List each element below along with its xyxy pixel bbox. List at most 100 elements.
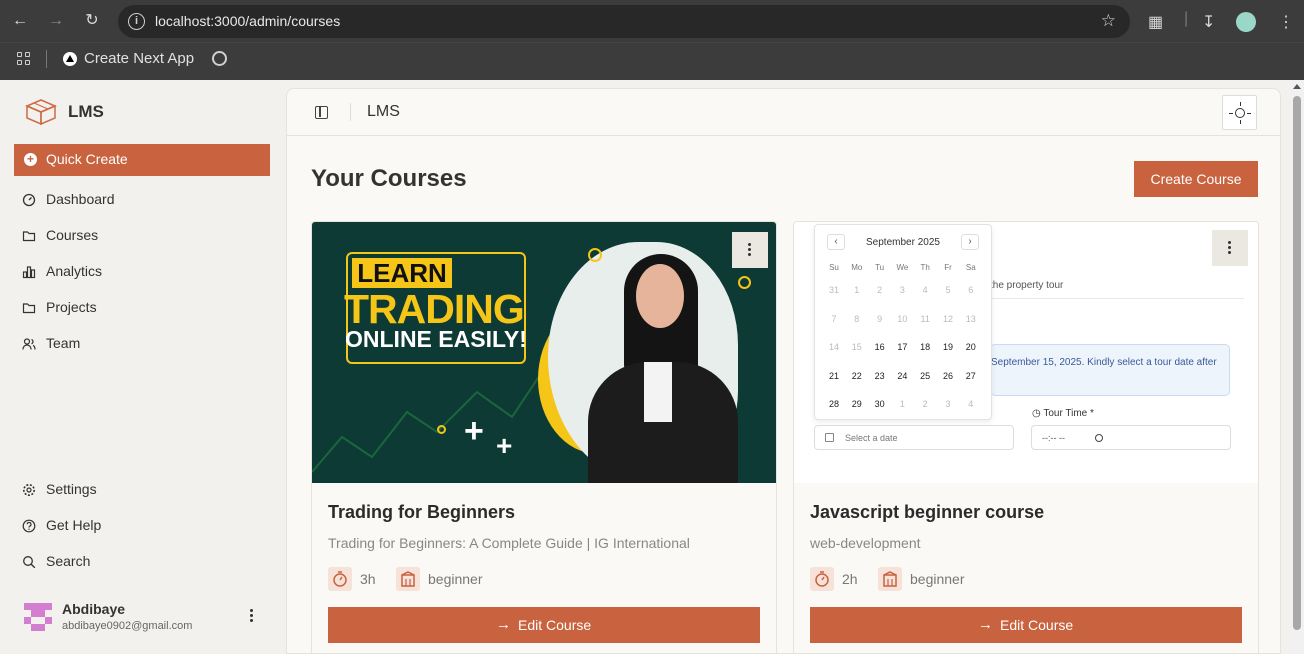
- arrow-right-icon: →: [978, 616, 993, 633]
- page-scrollbar[interactable]: [1290, 80, 1304, 654]
- course-thumbnail[interactable]: LEARN TRADING ONLINE EASILY! + +: [312, 222, 776, 483]
- chevron-right-icon: ›: [961, 234, 979, 250]
- page-title: Your Courses: [311, 165, 467, 192]
- course-thumbnail[interactable]: the property tour September 15, 2025. Ki…: [794, 222, 1258, 483]
- sidebar-item-label: Search: [46, 553, 91, 569]
- calendar-weekdays: Su Mo Tu We Th Fr Sa: [815, 263, 991, 275]
- calendar-week: 14 15 16 17 18 19 20: [815, 342, 991, 356]
- course-description: web-development: [810, 535, 921, 551]
- sidebar-toggle-icon[interactable]: [315, 106, 328, 119]
- menu-icon[interactable]: ⋮: [1278, 12, 1294, 32]
- edit-course-button[interactable]: → Edit Course: [810, 607, 1242, 643]
- create-course-button[interactable]: Create Course: [1134, 161, 1258, 197]
- scrollbar-thumb[interactable]: [1293, 96, 1301, 630]
- person-face: [636, 264, 684, 328]
- download-icon[interactable]: ↧: [1202, 12, 1215, 32]
- apps-grid-icon[interactable]: [17, 52, 31, 66]
- globe-icon[interactable]: [212, 51, 227, 66]
- bookmark-star-icon[interactable]: ☆: [1101, 11, 1116, 31]
- calendar-day: 15: [851, 342, 862, 352]
- user-avatar[interactable]: [24, 603, 52, 631]
- bookmark-create-next-app[interactable]: Create Next App: [84, 50, 194, 67]
- person-shirt: [644, 362, 672, 422]
- calendar-day: 3: [945, 399, 951, 409]
- reload-icon[interactable]: ↻: [82, 11, 102, 31]
- extensions-icon[interactable]: ▦: [1148, 12, 1163, 32]
- calendar-weekday: Tu: [875, 263, 885, 272]
- url-text[interactable]: localhost:3000/admin/courses: [155, 13, 340, 29]
- course-card: LEARN TRADING ONLINE EASILY! + + Trading…: [311, 221, 777, 653]
- calendar-day: 27: [965, 370, 976, 381]
- timer-icon: [328, 567, 352, 591]
- calendar-day: 4: [968, 399, 974, 409]
- browser-toolbar: ← → ↻ i localhost:3000/admin/courses ☆ ▦…: [0, 0, 1304, 42]
- sidebar-item-label: Team: [46, 335, 81, 351]
- quick-create-button[interactable]: + Quick Create: [14, 144, 270, 176]
- calendar-day: 8: [854, 313, 860, 324]
- headline-learn: LEARN: [352, 258, 452, 288]
- calendar-day: 24: [897, 370, 908, 381]
- course-description: Trading for Beginners: A Complete Guide …: [328, 535, 690, 551]
- search-icon: [23, 556, 36, 569]
- course-title: Trading for Beginners: [328, 502, 516, 522]
- back-icon[interactable]: ←: [10, 11, 30, 31]
- calendar-day: 2: [922, 399, 928, 409]
- calendar-day: 10: [897, 313, 908, 324]
- bar-chart-icon: [22, 266, 36, 279]
- calendar-day: 16: [874, 342, 885, 352]
- calendar-day: 18: [920, 342, 931, 352]
- sidebar-item-label: Courses: [46, 227, 99, 243]
- forward-icon[interactable]: →: [46, 11, 66, 31]
- user-name: Abdibaye: [62, 601, 126, 617]
- logo-box-icon: [25, 99, 57, 126]
- plus-decoration: +: [496, 430, 513, 461]
- calendar-day: 30: [874, 399, 885, 409]
- theme-toggle-button[interactable]: [1222, 95, 1257, 130]
- sidebar-item-label: Analytics: [46, 263, 103, 279]
- timer-icon: [810, 567, 834, 591]
- edit-course-label: Edit Course: [518, 617, 592, 633]
- thumb-time-input: --:-- --: [1031, 425, 1231, 450]
- tour-time-label: Tour Time *: [1043, 408, 1094, 419]
- profile-avatar[interactable]: [1236, 12, 1256, 32]
- site-info-icon[interactable]: i: [128, 13, 145, 30]
- calendar-icon: [825, 433, 834, 442]
- calendar-day: 12: [942, 313, 953, 324]
- thumb-tour-text: the property tour: [990, 280, 1064, 291]
- calendar-week: 7 8 9 10 11 12 13: [815, 314, 991, 328]
- calendar-weekday: We: [896, 263, 909, 272]
- topbar-divider: [350, 103, 351, 121]
- course-menu-button[interactable]: [732, 232, 768, 268]
- calendar-day: 1: [899, 399, 905, 409]
- nextjs-favicon-icon: [63, 52, 77, 66]
- sun-icon: [1235, 108, 1245, 118]
- sidebar-item-label: Get Help: [46, 517, 102, 533]
- thumb-info-text: September 15, 2025. Kindly select a tour…: [991, 357, 1217, 368]
- headline-online: ONLINE EASILY!: [345, 326, 527, 352]
- folder-icon: [22, 231, 36, 242]
- course-title: Javascript beginner course: [810, 502, 1045, 522]
- calendar-day: 19: [942, 342, 953, 352]
- calendar-day: 13: [965, 313, 976, 324]
- course-level: beginner: [428, 571, 483, 587]
- course-duration: 3h: [360, 571, 376, 587]
- calendar-day: 31: [828, 285, 839, 295]
- course-level: beginner: [910, 571, 965, 587]
- address-bar[interactable]: i localhost:3000/admin/courses ☆: [118, 5, 1130, 38]
- course-menu-button[interactable]: [1212, 230, 1248, 266]
- date-placeholder: Select a date: [845, 433, 898, 443]
- level-building-icon: [396, 567, 420, 591]
- course-duration: 2h: [842, 571, 858, 587]
- edit-course-button[interactable]: → Edit Course: [328, 607, 760, 643]
- calendar-day: 9: [877, 313, 883, 324]
- users-icon: [22, 338, 36, 350]
- calendar-day: 21: [828, 370, 839, 381]
- main-panel: LMS Your Courses Create Course LEARN TRA…: [286, 88, 1281, 654]
- calendar-day: 3: [899, 285, 905, 295]
- calendar-day: 26: [942, 370, 953, 381]
- bookmarks-divider: [46, 50, 47, 68]
- user-menu-more-icon[interactable]: [250, 609, 253, 624]
- folder-icon: [22, 303, 36, 314]
- user-email: abdibaye0902@gmail.com: [62, 620, 193, 632]
- scroll-up-arrow-icon[interactable]: [1293, 84, 1301, 89]
